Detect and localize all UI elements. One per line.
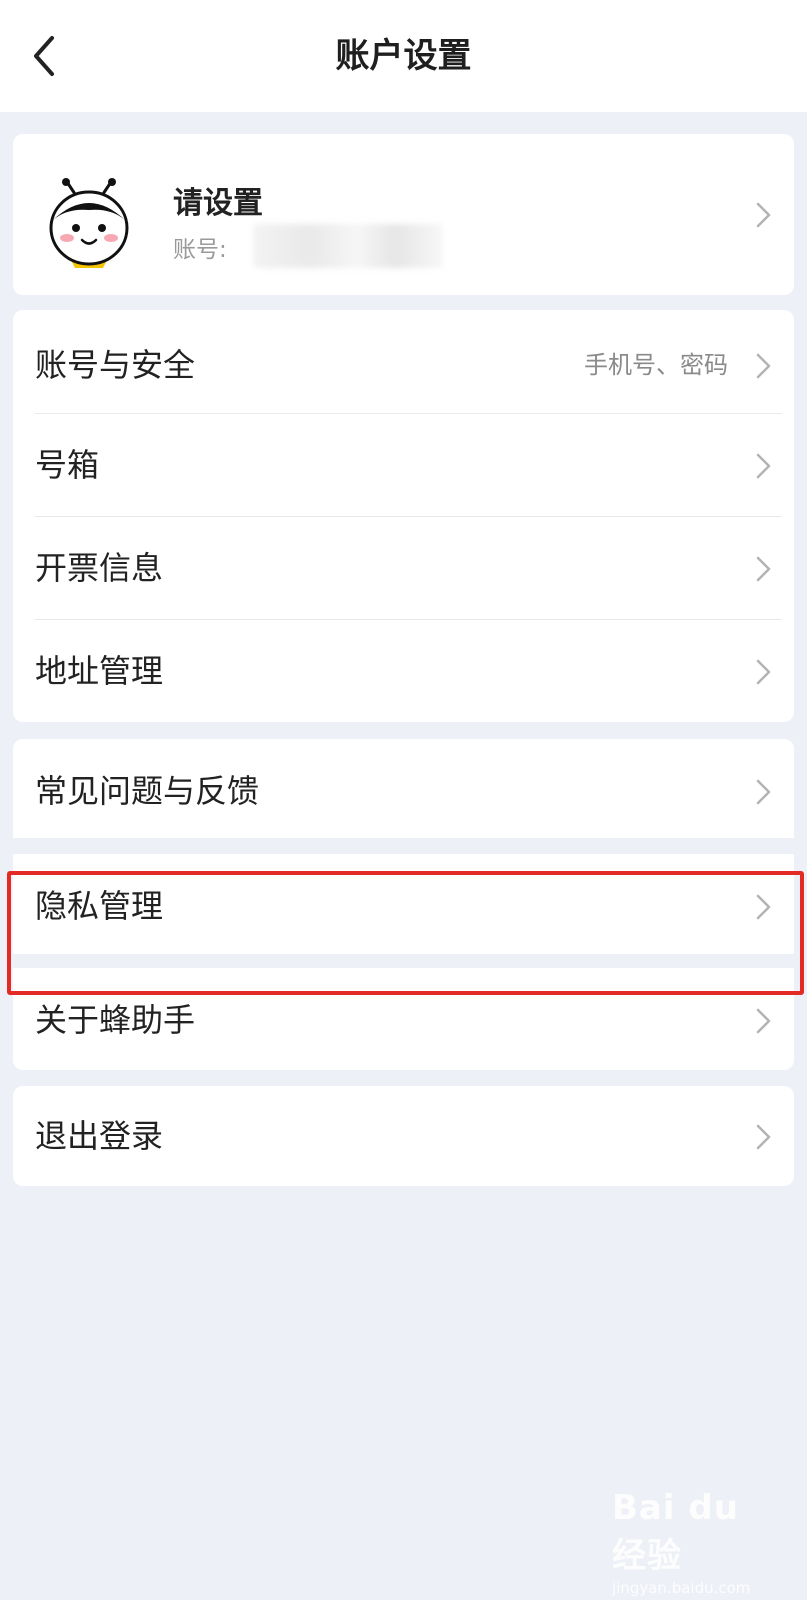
bee-avatar-icon (49, 178, 129, 268)
menu-item-invoice-info[interactable]: 开票信息 (13, 516, 794, 620)
page-title: 账户设置 (335, 36, 472, 76)
menu-item-label: 账号与安全 (35, 346, 196, 384)
menu-item-label: 关于蜂助手 (35, 1001, 196, 1039)
support-group: 常见问题与反馈 隐私管理 关于蜂助手 (13, 739, 794, 1070)
baidu-jingyan-watermark: Bai du 经验 jingyan.baidu.com (612, 1488, 782, 1597)
chevron-right-icon (756, 353, 771, 379)
chevron-right-icon (756, 1124, 771, 1150)
section-gap (13, 838, 794, 854)
profile-card[interactable]: 请设置 账号: (13, 134, 794, 295)
menu-item-label: 退出登录 (35, 1117, 164, 1155)
chevron-right-icon (756, 202, 771, 228)
menu-item-about[interactable]: 关于蜂助手 (13, 968, 794, 1072)
menu-item-label: 地址管理 (35, 652, 164, 690)
menu-item-privacy-management[interactable]: 隐私管理 (13, 854, 794, 958)
top-nav-bar: 账户设置 (0, 0, 807, 112)
chevron-right-icon (756, 453, 771, 479)
account-label: 账号: (173, 237, 227, 263)
menu-item-label: 隐私管理 (35, 887, 164, 925)
chevron-right-icon (756, 779, 771, 805)
menu-item-label: 常见问题与反馈 (35, 772, 260, 810)
section-gap (13, 954, 794, 968)
menu-item-address-management[interactable]: 地址管理 (13, 619, 794, 723)
chevron-right-icon (756, 894, 771, 920)
chevron-right-icon (756, 659, 771, 685)
account-number-redacted (253, 224, 443, 268)
menu-item-value: 手机号、密码 (584, 351, 728, 379)
menu-item-account-security[interactable]: 账号与安全 手机号、密码 (13, 313, 794, 417)
menu-item-number-box[interactable]: 号箱 (13, 413, 794, 517)
watermark-logo: Bai du 经验 (612, 1488, 739, 1576)
account-settings-group: 账号与安全 手机号、密码 号箱 开票信息 地址管理 (13, 310, 794, 722)
profile-name: 请设置 (173, 186, 263, 221)
menu-item-label: 号箱 (35, 446, 100, 484)
menu-item-logout[interactable]: 退出登录 (13, 1084, 794, 1188)
chevron-right-icon (756, 556, 771, 582)
menu-item-faq-feedback[interactable]: 常见问题与反馈 (13, 739, 794, 843)
watermark-url: jingyan.baidu.com (612, 1579, 751, 1597)
logout-group: 退出登录 (13, 1086, 794, 1186)
menu-item-label: 开票信息 (35, 549, 164, 587)
chevron-right-icon (756, 1008, 771, 1034)
